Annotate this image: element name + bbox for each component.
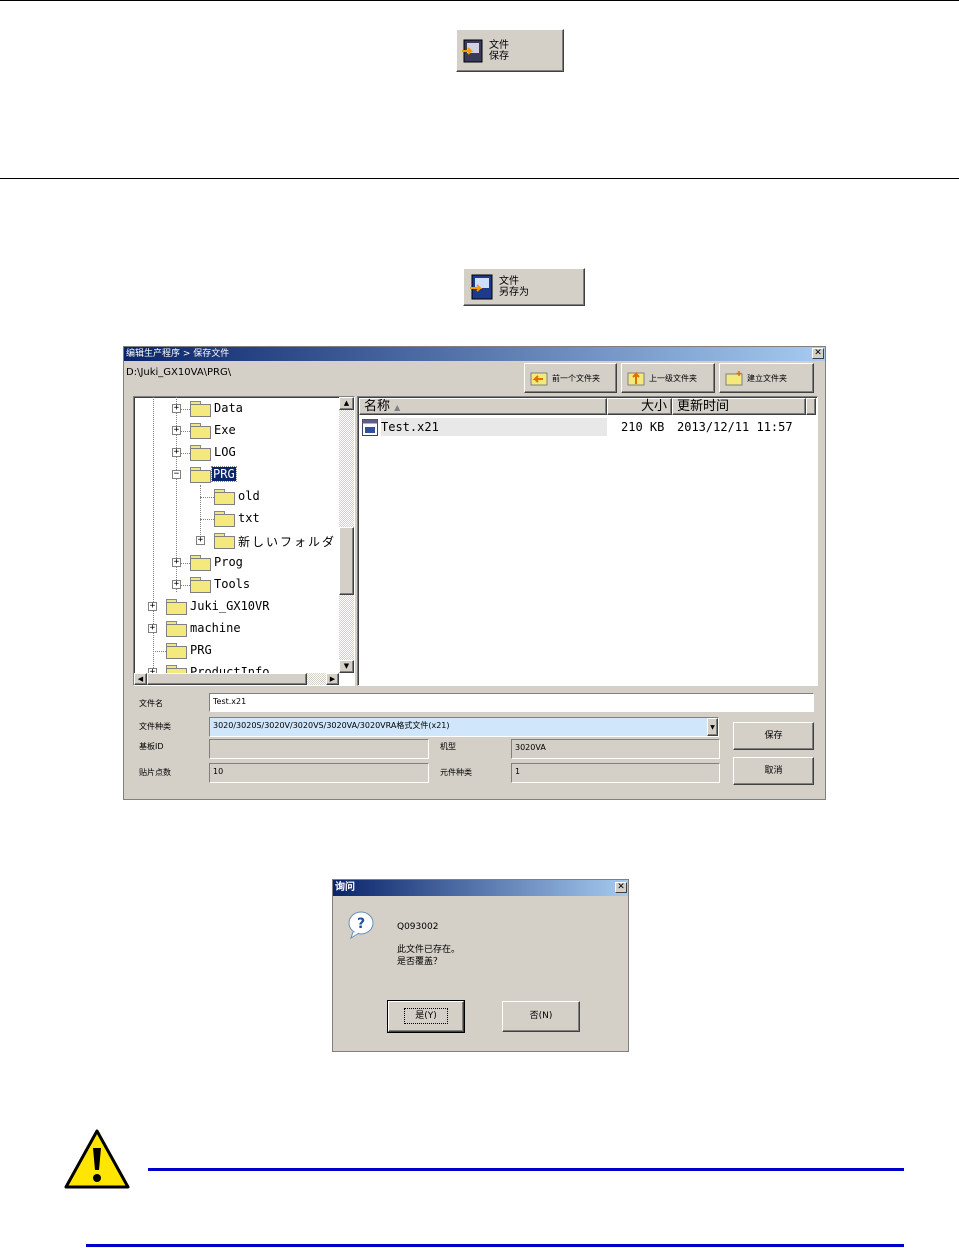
open-folder-icon — [190, 467, 211, 483]
scroll-down-icon[interactable]: ▼ — [339, 660, 354, 673]
folder-tree[interactable]: + Data + Exe + LOG − PRG old txt + 新しいフォ… — [133, 396, 355, 686]
message-line-2: 是否覆盖？ — [397, 957, 443, 967]
scroll-thumb[interactable] — [339, 527, 354, 595]
folder-icon — [190, 555, 211, 571]
board-id-field — [209, 739, 429, 759]
file-saveas-label-1: 文件 — [499, 276, 519, 287]
points-field: 10 — [209, 763, 429, 783]
parts-field: 1 — [511, 763, 720, 783]
tree-item-label: old — [238, 489, 260, 503]
folder-icon — [190, 423, 211, 439]
hscroll-thumb[interactable] — [147, 673, 307, 685]
column-header-name[interactable]: 名称 ▲ — [359, 398, 607, 415]
file-date-cell: 2013/12/11 11:57 — [677, 420, 793, 434]
tree-item-label: txt — [238, 511, 260, 525]
file-save-label-2: 保存 — [489, 50, 509, 62]
question-icon: ? — [348, 911, 374, 940]
dialog-close-button[interactable]: ✕ — [812, 348, 824, 359]
tree-item-label: LOG — [214, 445, 236, 459]
tree-item-label: PRG — [190, 643, 212, 657]
save-file-dialog: 编辑生产程序 > 保存文件 ✕ D:\Juki_GX10VA\PRG\ 前一个文… — [123, 346, 826, 800]
message-code: Q093002 — [397, 922, 439, 932]
file-saveas-label-2: 另存为 — [499, 287, 529, 298]
dialog-title: 编辑生产程序 > 保存文件 — [124, 347, 825, 361]
file-name-cell: Test.x21 — [381, 418, 607, 436]
no-button[interactable]: 否(N) — [502, 1001, 580, 1032]
column-header-filler — [806, 398, 816, 415]
save-file-icon — [462, 39, 483, 62]
save-as-icon — [470, 274, 493, 300]
tree-item-label: Tools — [214, 577, 251, 591]
up-folder-button[interactable]: 上一级文件夹 — [621, 363, 715, 393]
yes-button[interactable]: 是(Y) — [387, 1000, 465, 1033]
overwrite-confirm-dialog: 询问 ✕ ? Q093002 此文件已存在。 是否覆盖？ 是(Y) 否(N) — [332, 879, 629, 1052]
back-arrow-folder-icon — [530, 372, 548, 386]
filetype-select[interactable]: 3020/3020S/3020V/3020VS/3020VA/3020VRA格式… — [209, 717, 719, 737]
column-header-size[interactable]: 大小 — [607, 398, 672, 415]
tree-item-label: Juki_GX10VR — [190, 599, 270, 613]
filetype-value: 3020/3020S/3020V/3020VS/3020VA/3020VRA格式… — [213, 721, 450, 730]
file-save-button[interactable]: 文件 保存 — [456, 29, 564, 72]
column-header-date[interactable]: 更新时间 — [672, 398, 806, 415]
tree-horizontal-scrollbar[interactable]: ◀ ▶ — [134, 673, 339, 685]
file-size-cell: 210 KB — [621, 420, 665, 434]
tree-item-label: Prog — [214, 555, 243, 569]
new-folder-label: 建立文件夹 — [747, 373, 787, 383]
new-folder-icon — [725, 371, 743, 386]
confirm-close-button[interactable]: ✕ — [615, 882, 627, 893]
up-folder-label: 上一级文件夹 — [649, 373, 697, 383]
tree-item-label: machine — [190, 621, 241, 635]
cancel-button[interactable]: 取消 — [733, 757, 814, 785]
up-folder-icon — [627, 371, 645, 386]
folder-icon — [166, 643, 187, 659]
svg-text:?: ? — [357, 916, 365, 932]
save-button[interactable]: 保存 — [733, 722, 814, 750]
warning-top-line — [148, 1168, 904, 1171]
dropdown-arrow-icon[interactable]: ▼ — [707, 718, 718, 736]
warning-bottom-line — [86, 1244, 904, 1247]
file-save-label-1: 文件 — [489, 39, 509, 51]
scroll-up-icon[interactable]: ▲ — [339, 397, 354, 410]
file-list[interactable]: 名称 ▲ 大小 更新时间 Test.x21 210 KB 2013/12/11 … — [357, 396, 818, 686]
scroll-right-icon[interactable]: ▶ — [326, 673, 339, 685]
column-size-label: 大小 — [640, 399, 667, 414]
top-rule — [0, 0, 959, 1]
scroll-left-icon[interactable]: ◀ — [134, 673, 147, 685]
back-folder-label: 前一个文件夹 — [552, 373, 600, 383]
tree-item-label: Exe — [214, 423, 236, 437]
current-path: D:\Juki_GX10VA\PRG\ — [126, 367, 232, 378]
column-date-label: 更新时间 — [677, 399, 730, 414]
filename-input[interactable]: Test.x21 — [209, 693, 814, 712]
tree-item-label: PRG — [211, 466, 237, 482]
tree-item-label: Data — [214, 401, 243, 415]
folder-icon — [190, 577, 211, 593]
points-label: 贴片点数 — [139, 768, 171, 777]
yes-label: 是(Y) — [404, 1008, 448, 1024]
filetype-label: 文件种类 — [139, 722, 171, 731]
folder-icon — [190, 445, 211, 461]
warning-icon — [64, 1129, 130, 1189]
model-label: 机型 — [440, 742, 456, 751]
folder-icon — [214, 489, 235, 505]
tree-item-label: 新しいフォルダ — [238, 535, 337, 549]
folder-icon — [190, 401, 211, 417]
section-rule — [0, 178, 959, 179]
board-id-label: 基板ID — [139, 742, 164, 751]
folder-icon — [214, 511, 235, 527]
tree-vertical-scrollbar[interactable]: ▲ ▼ — [339, 397, 354, 673]
sort-ascending-icon: ▲ — [394, 403, 401, 412]
new-folder-button[interactable]: 建立文件夹 — [719, 363, 814, 393]
folder-icon — [166, 621, 187, 637]
folder-icon — [166, 599, 187, 615]
filename-label: 文件名 — [139, 699, 163, 708]
model-field: 3020VA — [511, 739, 720, 759]
folder-icon — [214, 533, 235, 549]
list-item[interactable]: Test.x21 210 KB 2013/12/11 11:57 — [359, 417, 817, 437]
column-name-label: 名称 — [364, 399, 391, 414]
confirm-title: 询问 — [333, 880, 628, 896]
parts-label: 元件种类 — [440, 768, 472, 777]
back-folder-button[interactable]: 前一个文件夹 — [524, 363, 617, 393]
file-saveas-button[interactable]: 文件 另存为 — [463, 268, 585, 306]
x21-file-icon — [362, 419, 378, 436]
